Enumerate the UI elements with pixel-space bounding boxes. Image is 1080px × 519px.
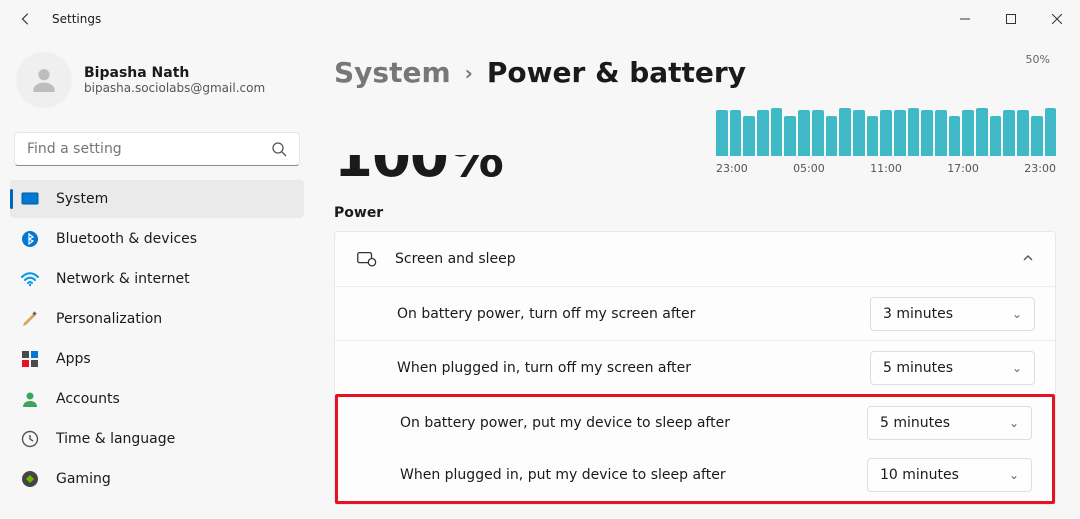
screen-off-plugged-row: When plugged in, turn off my screen afte… — [335, 340, 1055, 394]
profile-email: bipasha.sociolabs@gmail.com — [84, 81, 265, 95]
sidebar-item-label: Accounts — [56, 391, 120, 407]
screen-off-battery-select[interactable]: 3 minutes ⌄ — [870, 297, 1035, 331]
sidebar-item-bluetooth[interactable]: Bluetooth & devices — [10, 220, 304, 258]
chevron-down-icon: ⌄ — [1012, 307, 1022, 321]
section-power: Power — [334, 205, 1056, 221]
gaming-icon — [20, 469, 40, 489]
sidebar-item-apps[interactable]: Apps — [10, 340, 304, 378]
breadcrumb-current: Power & battery — [487, 56, 746, 89]
sleep-plugged-row: When plugged in, put my device to sleep … — [338, 449, 1052, 501]
sleep-plugged-select[interactable]: 10 minutes ⌄ — [867, 458, 1032, 492]
screen-and-sleep-card: Screen and sleep On battery power, turn … — [334, 231, 1056, 505]
system-icon — [20, 189, 40, 209]
row-label: On battery power, put my device to sleep… — [400, 415, 867, 431]
bluetooth-icon — [20, 229, 40, 249]
accounts-icon — [20, 389, 40, 409]
close-button[interactable] — [1034, 0, 1080, 38]
sidebar-item-label: Network & internet — [56, 271, 190, 287]
sidebar-item-gaming[interactable]: Gaming — [10, 460, 304, 498]
row-label: When plugged in, put my device to sleep … — [400, 467, 867, 483]
brush-icon — [20, 309, 40, 329]
sidebar-item-network[interactable]: Network & internet — [10, 260, 304, 298]
profile-name: Bipasha Nath — [84, 65, 265, 81]
sidebar-item-label: Personalization — [56, 311, 162, 327]
screen-off-battery-row: On battery power, turn off my screen aft… — [335, 286, 1055, 340]
sidebar-item-label: System — [56, 191, 108, 207]
chevron-right-icon: › — [465, 61, 473, 85]
sidebar-item-system[interactable]: System — [10, 180, 304, 218]
sidebar-item-accounts[interactable]: Accounts — [10, 380, 304, 418]
sidebar-item-personalization[interactable]: Personalization — [10, 300, 304, 338]
sidebar-item-label: Gaming — [56, 471, 111, 487]
clock-icon — [20, 429, 40, 449]
search-icon — [271, 141, 287, 157]
sleep-battery-row: On battery power, put my device to sleep… — [338, 397, 1052, 449]
sidebar-item-time[interactable]: Time & language — [10, 420, 304, 458]
search-field[interactable] — [27, 141, 271, 157]
battery-history-chart[interactable]: 50% 23:00 05:00 11:00 17:00 23:00 — [716, 93, 1056, 175]
chart-x-axis: 23:00 05:00 11:00 17:00 23:00 — [716, 162, 1056, 175]
sleep-battery-select[interactable]: 5 minutes ⌄ — [867, 406, 1032, 440]
chevron-down-icon: ⌄ — [1009, 468, 1019, 482]
apps-icon — [20, 349, 40, 369]
wifi-icon — [20, 269, 40, 289]
chevron-down-icon: ⌄ — [1009, 416, 1019, 430]
breadcrumb-parent[interactable]: System — [334, 56, 451, 89]
row-label: On battery power, turn off my screen aft… — [397, 306, 870, 322]
screen-and-sleep-title: Screen and sleep — [395, 251, 516, 267]
screen-sleep-icon — [355, 248, 377, 270]
chart-bars — [716, 106, 1056, 156]
row-label: When plugged in, turn off my screen afte… — [397, 360, 870, 376]
search-input[interactable] — [14, 132, 300, 166]
minimize-button[interactable] — [942, 0, 988, 38]
avatar — [16, 52, 72, 108]
screen-off-plugged-select[interactable]: 5 minutes ⌄ — [870, 351, 1035, 385]
screen-and-sleep-header[interactable]: Screen and sleep — [335, 232, 1055, 286]
sleep-settings-highlight: On battery power, put my device to sleep… — [335, 394, 1055, 504]
window-title: Settings — [52, 12, 101, 26]
maximize-button[interactable] — [988, 0, 1034, 38]
chart-y-label: 50% — [710, 53, 1050, 66]
chevron-down-icon: ⌄ — [1012, 361, 1022, 375]
battery-percentage-large: 100% — [334, 155, 503, 185]
sidebar-item-label: Apps — [56, 351, 91, 367]
back-button[interactable] — [14, 7, 38, 31]
sidebar-item-label: Bluetooth & devices — [56, 231, 197, 247]
chevron-up-icon — [1021, 250, 1035, 269]
user-profile[interactable]: Bipasha Nath bipasha.sociolabs@gmail.com — [10, 38, 304, 122]
sidebar-item-label: Time & language — [56, 431, 175, 447]
